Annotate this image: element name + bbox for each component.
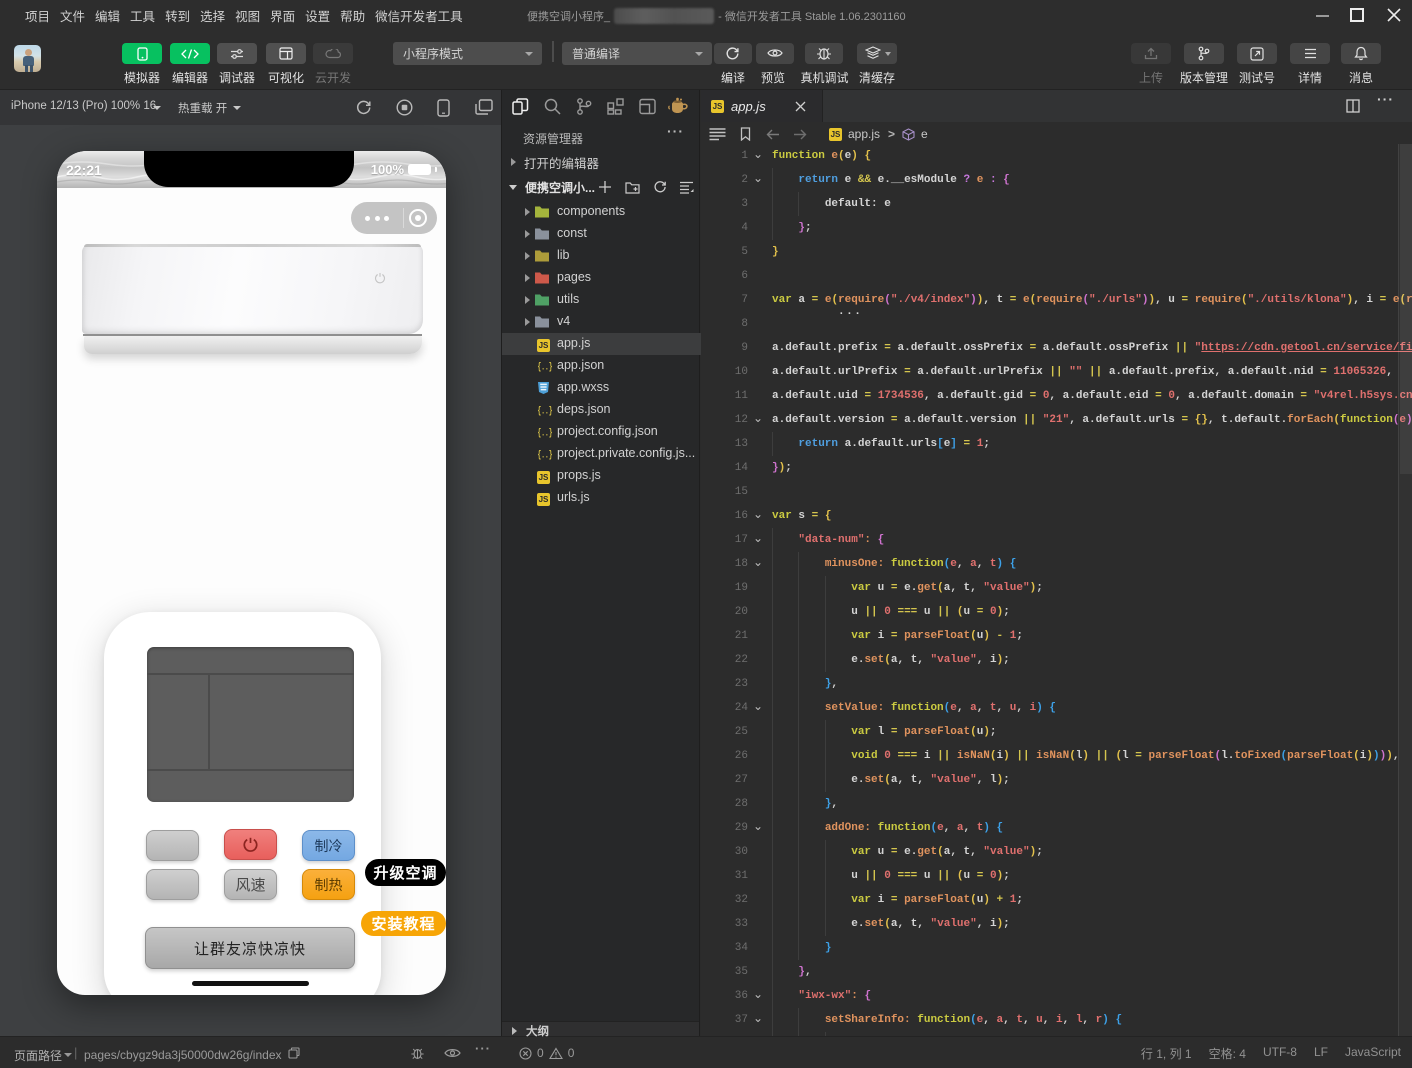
svg-text:{..}: {..} — [538, 428, 553, 440]
svg-text:{..}: {..} — [538, 450, 553, 462]
svg-text:{..}: {..} — [538, 362, 553, 374]
svg-text:{..}: {..} — [538, 406, 553, 418]
